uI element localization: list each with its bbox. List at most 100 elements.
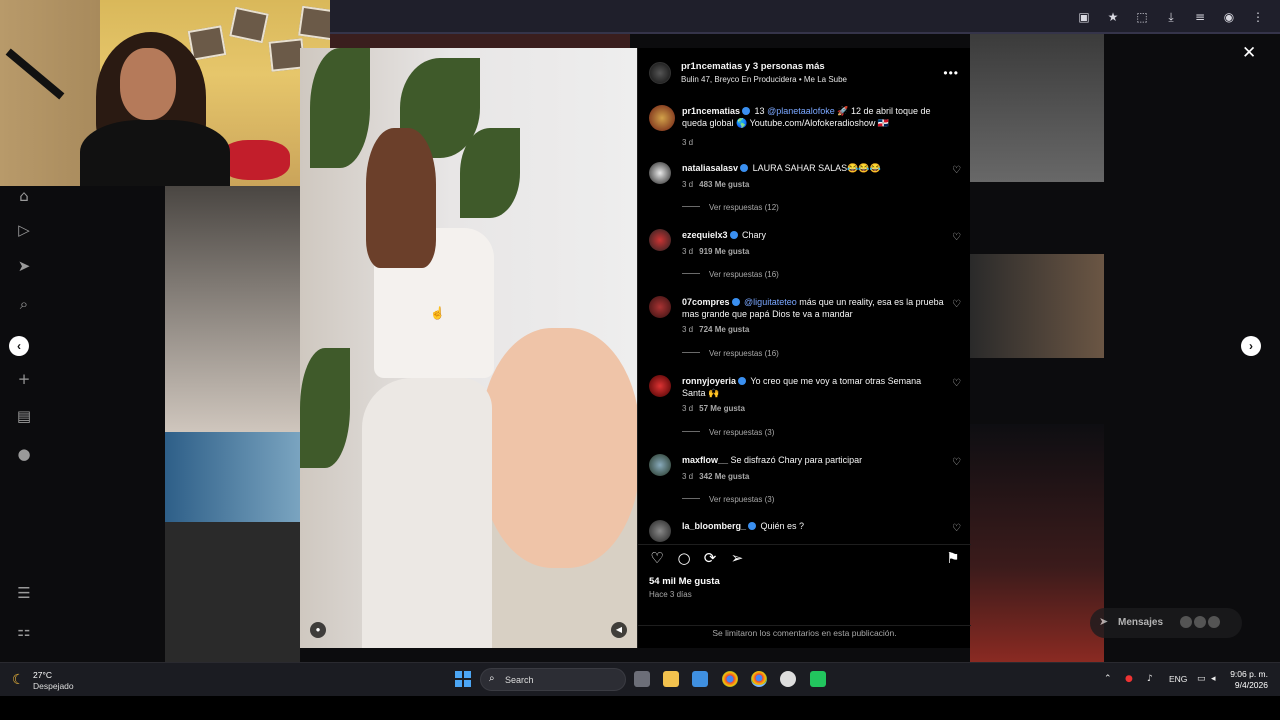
microphone-icon[interactable]: ♪ [1147,674,1153,684]
post-authors[interactable]: pr1ncematias y 3 personas más [681,61,825,72]
comment-likes[interactable]: 919 Me gusta [699,247,749,256]
comment-user[interactable]: la_bloomberg_ [682,521,746,531]
comment-avatar[interactable] [649,296,671,318]
background-tile [1104,34,1264,662]
view-replies[interactable]: Ver respuestas (16) [682,349,779,358]
comment-avatar[interactable] [649,520,671,542]
extensions-icon[interactable]: ⬚ [1134,9,1150,25]
comment-avatar[interactable] [649,454,671,476]
view-replies[interactable]: Ver respuestas (12) [682,203,779,212]
tab-search-icon[interactable]: ≡ [1192,9,1208,25]
volume-icon[interactable]: ◂ [1211,674,1216,684]
apps-icon[interactable]: ⚏ [14,621,34,641]
chevron-left-icon[interactable]: ‹ [9,336,29,356]
share-icon[interactable]: ➢ [727,548,747,568]
home-icon[interactable]: ⌂ [14,186,34,206]
reels-icon[interactable]: ▷ [14,220,34,240]
comment-avatar[interactable] [649,375,671,397]
verified-icon [738,377,747,385]
verified-icon [740,164,749,172]
volume-icon[interactable]: ◀ [611,622,627,638]
plus-icon[interactable]: + [14,369,34,389]
taskbar-clock[interactable]: 9:06 p. m. 9/4/2026 [1224,669,1268,691]
caption-mention[interactable]: @planetaalofoke [767,106,835,116]
view-replies[interactable]: Ver respuestas (3) [682,495,774,504]
heart-icon[interactable]: ♡ [952,457,961,468]
send-icon: ➤ [1099,615,1109,628]
post-audio[interactable]: Bulin 47, Breyco En Producidera • Me La … [681,75,847,84]
store-icon[interactable] [692,671,708,687]
likes-count[interactable]: 54 mil Me gusta [649,576,720,587]
background-tile [970,34,1104,182]
browser-menu-icon[interactable]: ⋮ [1250,9,1266,25]
comments-limited-notice: Se limitaron los comentarios en esta pub… [638,625,971,638]
insights-icon[interactable]: ▤ [14,406,34,426]
app-icon[interactable] [810,671,826,687]
chrome-icon[interactable] [722,671,738,687]
tray-app-icon[interactable]: ● [1125,674,1133,684]
heart-icon[interactable]: ♡ [952,165,961,176]
comment-body: maxflow__ Se disfrazó Chary para partici… [682,454,944,466]
comment-avatar[interactable] [649,229,671,251]
caption-avatar[interactable] [649,105,675,131]
view-replies-label: Ver respuestas (12) [709,203,779,212]
comment-user[interactable]: 07compres [682,297,730,307]
comment-likes[interactable]: 724 Me gusta [699,325,749,334]
windows-start-icon[interactable] [455,671,471,687]
obs-icon[interactable] [780,671,796,687]
comment-avatar[interactable] [649,162,671,184]
caption-user[interactable]: pr1ncematias [682,106,740,116]
bookmark-icon[interactable]: ⚑ [943,548,963,568]
taskbar-search[interactable]: ⌕ Search [480,668,626,691]
download-icon[interactable]: ⤓ [1163,9,1179,25]
task-view-icon[interactable] [634,671,650,687]
file-explorer-icon[interactable] [663,671,679,687]
comment-likes[interactable]: 342 Me gusta [699,472,749,481]
comment-mention[interactable]: @liguitateteo [744,297,797,307]
close-icon[interactable]: ✕ [1242,43,1256,63]
subject-hair [366,128,436,268]
chrome-active-icon[interactable] [751,671,767,687]
streamer-body [80,120,230,186]
view-replies[interactable]: Ver respuestas (16) [682,270,779,279]
tag-icon[interactable]: ● [310,622,326,638]
post-actions: ♡ ○ ⟳ ➢ ⚑ 54 mil Me gusta Hace 3 días Se… [638,544,971,648]
heart-icon[interactable]: ♡ [647,548,667,568]
chevron-right-icon[interactable]: › [1241,336,1261,356]
view-replies[interactable]: Ver respuestas (3) [682,428,774,437]
wall-photo [298,5,330,41]
comment-icon[interactable]: ○ [674,548,694,568]
heart-icon[interactable]: ♡ [952,523,961,534]
caption-part-a: 13 [754,106,765,116]
comment-user[interactable]: ezequielx3 [682,230,728,240]
search-icon[interactable]: ⌕ [14,294,34,314]
comment-likes[interactable]: 483 Me gusta [699,180,749,189]
tray-chevron-icon[interactable]: ⌃ [1104,674,1112,684]
heart-icon[interactable]: ♡ [952,299,961,310]
cast-icon[interactable]: ▣ [1076,9,1092,25]
weather-condition: Despejado [33,681,74,691]
comment-user[interactable]: ronnyjoyeria [682,376,736,386]
comment-meta: 3 d 483 Me gusta [682,180,749,189]
language-indicator[interactable]: ENG [1169,674,1187,684]
menu-icon[interactable]: ☰ [14,583,34,603]
send-icon[interactable]: ➤ [14,256,34,276]
post-media[interactable]: ● ◀ [300,48,637,648]
comment-likes[interactable]: 57 Me gusta [699,404,745,413]
profile-icon[interactable]: ● [14,444,34,464]
repost-icon[interactable]: ⟳ [700,548,720,568]
profile-icon[interactable]: ◉ [1221,9,1237,25]
comment-body: 07compres @liguitateteo más que un reali… [682,296,944,320]
heart-icon[interactable]: ♡ [952,378,961,389]
verified-icon [742,107,751,115]
header-avatar[interactable] [649,62,671,84]
star-icon[interactable]: ★ [1105,9,1121,25]
messages-button[interactable]: ➤ Mensajes [1090,608,1242,638]
network-icon[interactable]: ▭ [1197,674,1206,684]
background-tile [165,186,300,432]
comment-user[interactable]: nataliasalasv [682,163,738,173]
heart-icon[interactable]: ♡ [952,232,961,243]
more-icon[interactable]: ••• [943,66,959,80]
comment-user[interactable]: maxflow__ [682,455,728,465]
streamer-face [120,48,176,120]
